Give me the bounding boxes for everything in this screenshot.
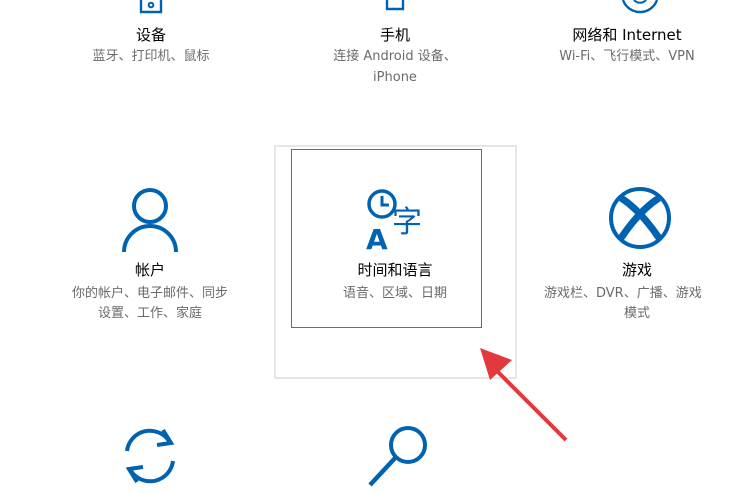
xbox-icon <box>609 187 671 249</box>
highlight-box <box>291 149 482 328</box>
settings-home: 设备 蓝牙、打印机、鼠标 手机 连接 Android 设备、 iPhone 网络… <box>0 0 731 493</box>
tile-network-subtitle: Wi-Fi、飞行模式、VPN <box>559 49 695 64</box>
tile-devices[interactable]: 设备 蓝牙、打印机、鼠标 <box>60 0 242 80</box>
devices-icon <box>139 0 163 14</box>
tile-devices-subtitle: 蓝牙、打印机、鼠标 <box>92 49 210 64</box>
tile-update[interactable] <box>100 415 200 493</box>
tile-devices-title: 设备 <box>135 26 166 44</box>
tile-network[interactable]: 网络和 Internet Wi-Fi、飞行模式、VPN <box>540 0 731 80</box>
sync-icon <box>125 428 175 484</box>
tile-accounts[interactable]: 帐户 你的帐户、电子邮件、同步 设置、工作、家庭 <box>40 180 260 330</box>
tile-accounts-subtitle-line2: 设置、工作、家庭 <box>97 306 202 321</box>
tile-gaming[interactable]: 游戏 游戏栏、DVR、广播、游戏 模式 <box>530 180 731 330</box>
tile-phone[interactable]: 手机 连接 Android 设备、 iPhone <box>300 0 490 95</box>
phone-icon <box>385 0 405 11</box>
tile-phone-subtitle-line1: 连接 Android 设备、 <box>333 49 457 64</box>
tile-phone-subtitle-line2: iPhone <box>373 70 417 85</box>
search-icon <box>368 426 427 487</box>
person-icon <box>122 188 178 253</box>
tile-gaming-title: 游戏 <box>622 261 653 279</box>
tile-gaming-subtitle-line2: 模式 <box>624 306 651 321</box>
globe-icon <box>621 0 659 14</box>
tile-search[interactable] <box>350 415 450 493</box>
tile-network-title: 网络和 Internet <box>572 26 682 44</box>
tile-accounts-subtitle-line1: 你的帐户、电子邮件、同步 <box>71 286 228 301</box>
tile-gaming-subtitle-line1: 游戏栏、DVR、广播、游戏 <box>544 286 702 301</box>
tile-accounts-title: 帐户 <box>134 261 165 279</box>
tile-phone-title: 手机 <box>379 26 410 44</box>
arrow-icon <box>480 348 568 442</box>
